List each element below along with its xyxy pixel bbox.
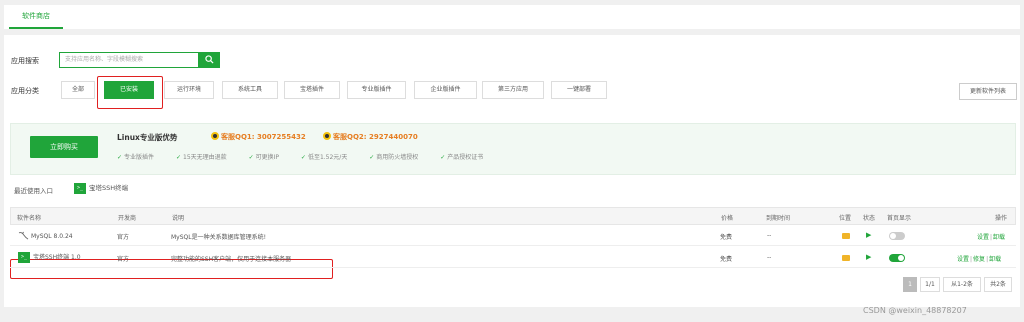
buy-now-button[interactable]: 立即购买	[30, 136, 98, 158]
feature-item: ✓ 15天无理由退款	[175, 154, 227, 161]
col-price: 价格	[721, 215, 734, 222]
installed-highlight-box	[97, 76, 163, 109]
uninstall-link[interactable]: 卸载	[989, 256, 1001, 263]
mysql-dolphin-icon	[18, 231, 29, 240]
expire-time: --	[767, 232, 772, 239]
software-store-panel: 应用搜索 支持应用名称、字段模糊搜索 应用分类 全部 已安装 运行环境 系统工具…	[4, 35, 1020, 307]
support-qq1[interactable]: 客服QQ1: 3007255432	[211, 132, 306, 142]
description: 完整功能的SSH客户端，仅用于连接本服务器	[171, 256, 292, 263]
row-actions: 设置|卸载	[977, 234, 1006, 241]
col-name: 软件名称	[17, 215, 42, 222]
settings-link[interactable]: 设置	[977, 234, 989, 241]
folder-icon[interactable]	[842, 233, 850, 241]
category-enterprise-plugins[interactable]: 企业版插件	[414, 81, 477, 99]
check-icon: ✓	[175, 154, 181, 161]
col-description: 说明	[172, 215, 185, 222]
table-row: >_ 宝塔SSH终端 1.0 官方 完整功能的SSH客户端，仅用于连接本服务器 免…	[10, 248, 1016, 268]
feature-item: ✓ 可更换IP	[248, 154, 279, 161]
check-icon: ✓	[117, 154, 123, 161]
folder-icon[interactable]	[842, 255, 850, 263]
pager-pages: 1/1	[920, 277, 940, 292]
category-one-click-deploy[interactable]: 一键部署	[551, 81, 607, 99]
table-header: 软件名称 开发商 说明 价格 到期时间 位置 状态 首页显示 操作	[10, 207, 1016, 225]
feature-item: ✓ 专业版插件	[117, 154, 155, 161]
table-row: MySQL 8.0.24 官方 MySQL是一种关系数据库管理系统! 免费 --…	[10, 226, 1016, 246]
col-expire: 到期时间	[766, 215, 791, 222]
category-system-tools[interactable]: 系统工具	[222, 81, 278, 99]
qq-icon	[323, 132, 331, 140]
developer: 官方	[117, 256, 130, 263]
play-icon[interactable]: ▶	[866, 231, 871, 239]
description: MySQL是一种关系数据库管理系统!	[171, 234, 267, 241]
search-input[interactable]: 支持应用名称、字段模糊搜索	[59, 52, 199, 68]
category-label: 应用分类	[11, 87, 39, 95]
search-label: 应用搜索	[11, 57, 39, 65]
category-bt-plugins[interactable]: 宝塔插件	[284, 81, 340, 99]
feature-item: ✓ 低至1.52元/天	[300, 154, 348, 161]
check-icon: ✓	[248, 154, 254, 161]
col-home-display: 首页显示	[887, 215, 912, 222]
tab-software-store[interactable]: 软件商店	[9, 5, 63, 29]
top-tab-bar: 软件商店	[4, 5, 1020, 29]
pager-total: 共2条	[984, 277, 1012, 292]
col-location: 位置	[839, 215, 852, 222]
terminal-icon: >_	[18, 252, 30, 263]
recent-ssh-terminal[interactable]: >_ 宝塔SSH终端	[74, 182, 128, 194]
row-actions: 设置|修复|卸载	[957, 256, 1002, 263]
repair-link[interactable]: 修复	[973, 256, 985, 263]
check-icon: ✓	[440, 154, 446, 161]
price: 免费	[720, 234, 733, 241]
category-all[interactable]: 全部	[61, 81, 95, 99]
terminal-icon: >_	[74, 182, 86, 194]
pro-promo-banner: 立即购买 Linux专业版优势 客服QQ1: 3007255432 客服QQ2:…	[10, 123, 1016, 175]
play-icon[interactable]: ▶	[866, 253, 871, 261]
feature-item: ✓ 产品授权证书	[440, 154, 484, 161]
uninstall-link[interactable]: 卸载	[993, 234, 1005, 241]
col-action: 操作	[995, 215, 1008, 222]
category-runtime[interactable]: 运行环境	[164, 81, 214, 99]
home-display-toggle[interactable]	[889, 254, 905, 262]
pager-range: 从1-2条	[943, 277, 981, 292]
check-icon: ✓	[300, 154, 306, 161]
qq-icon	[211, 132, 219, 140]
settings-link[interactable]: 设置	[957, 256, 969, 263]
category-pro-plugins[interactable]: 专业版插件	[347, 81, 406, 99]
refresh-software-list-button[interactable]: 更新软件列表	[959, 83, 1017, 100]
col-status: 状态	[863, 215, 876, 222]
pager-current-page[interactable]: 1	[903, 277, 917, 292]
software-name: MySQL 8.0.24	[18, 231, 73, 240]
category-third-party[interactable]: 第三方应用	[482, 81, 544, 99]
home-display-toggle[interactable]	[889, 232, 905, 240]
col-developer: 开发商	[118, 215, 137, 222]
developer: 官方	[117, 234, 130, 241]
software-name: >_ 宝塔SSH终端 1.0	[18, 252, 81, 263]
promo-title: Linux专业版优势	[117, 133, 178, 142]
csdn-watermark: CSDN @weixin_48878207	[863, 306, 967, 315]
search-button[interactable]	[198, 52, 220, 68]
price: 免费	[720, 256, 733, 263]
feature-item: ✓ 商用防火墙授权	[369, 154, 419, 161]
search-icon	[204, 55, 214, 64]
promo-features: ✓ 专业版插件 ✓ 15天无理由退款 ✓ 可更换IP ✓ 低至1.52元/天 ✓ 商用防火…	[117, 152, 503, 161]
expire-time: --	[767, 254, 772, 261]
check-icon: ✓	[369, 154, 375, 161]
recent-entry-label: 最近使用入口	[14, 187, 53, 195]
support-qq2[interactable]: 客服QQ2: 2927440070	[323, 132, 418, 142]
